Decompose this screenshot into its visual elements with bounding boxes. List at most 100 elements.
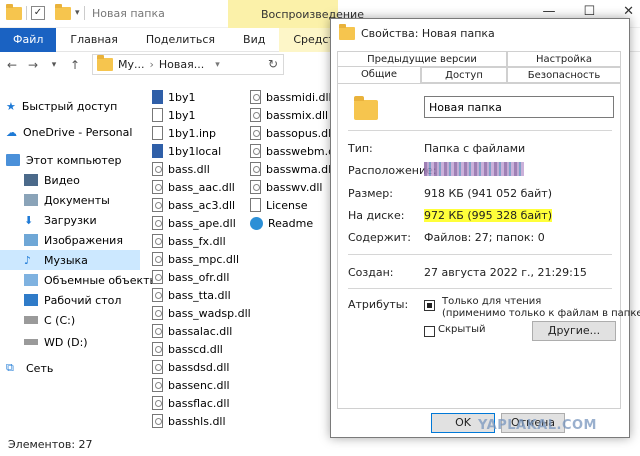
file-name: License — [266, 198, 308, 212]
application-icon — [152, 144, 163, 158]
list-item[interactable]: bass_fx.dll — [152, 232, 226, 250]
dll-icon — [152, 288, 163, 302]
list-item[interactable]: bass_aac.dll — [152, 178, 235, 196]
list-item[interactable]: 1by1 — [152, 88, 196, 106]
sidebar-item-label: Сеть — [26, 361, 54, 375]
sidebar-item-video[interactable]: Видео — [24, 170, 164, 190]
file-name: bassenc.dll — [168, 378, 230, 392]
properties-dialog: Свойства: Новая папка Предыдущие версии … — [330, 18, 640, 438]
file-name: bassflac.dll — [168, 396, 230, 410]
list-item[interactable]: bassenc.dll — [152, 376, 230, 394]
list-item[interactable]: basswv.dll — [250, 178, 322, 196]
tab-customize[interactable]: Настройка — [507, 51, 621, 67]
file-name: Readme — [268, 216, 314, 230]
folder-name-field[interactable] — [424, 96, 614, 118]
sidebar-item-drive-d[interactable]: WD (D:) — [24, 332, 164, 352]
list-item[interactable]: basswebm.dll — [250, 142, 341, 160]
list-item[interactable]: bassdsd.dll — [152, 358, 229, 376]
sidebar-item-this-pc[interactable]: Этот компьютер — [6, 150, 146, 170]
list-item[interactable]: basscd.dll — [152, 340, 223, 358]
tab-security[interactable]: Безопасность — [507, 67, 621, 83]
list-item[interactable]: bassflac.dll — [152, 394, 230, 412]
tab-home[interactable]: Главная — [56, 28, 132, 52]
type-label: Тип: — [348, 142, 373, 155]
address-dropdown-icon[interactable]: ▾ — [215, 60, 220, 70]
maximize-button[interactable]: ☐ — [583, 4, 595, 19]
address-current[interactable]: Новая... — [159, 58, 204, 71]
list-item[interactable]: 1by1.inp — [152, 124, 216, 142]
file-icon — [152, 126, 163, 140]
address-bar[interactable]: Му... › Новая... ▾ ↻ — [92, 54, 284, 75]
sidebar-item-desktop[interactable]: Рабочий стол — [24, 290, 164, 310]
list-item[interactable]: bass_ofr.dll — [152, 268, 229, 286]
recent-dropdown-icon[interactable]: ▾ — [45, 60, 63, 70]
tab-sharing[interactable]: Доступ — [421, 67, 507, 83]
refresh-icon[interactable]: ↻ — [268, 57, 278, 71]
desktop-folder-icon — [24, 294, 38, 306]
sidebar-item-onedrive[interactable]: ☁ OneDrive - Personal — [6, 122, 146, 142]
chevron-down-icon[interactable]: ▾ — [75, 8, 80, 18]
dll-icon — [152, 216, 163, 230]
sidebar-item-pictures[interactable]: Изображения — [24, 230, 164, 250]
forward-arrow-icon[interactable]: → — [24, 58, 42, 72]
list-item[interactable]: Readme — [250, 214, 313, 232]
sidebar-item-documents[interactable]: Документы — [24, 190, 164, 210]
sidebar-item-network[interactable]: ⧉ Сеть — [6, 358, 146, 378]
tab-file[interactable]: Файл — [0, 27, 57, 52]
list-item[interactable]: bassopus.dll — [250, 124, 334, 142]
list-item[interactable]: 1by1 — [152, 106, 196, 124]
file-name: bass.dll — [168, 162, 210, 176]
tab-share[interactable]: Поделиться — [132, 28, 229, 52]
sidebar-item-downloads[interactable]: ⬇ Загрузки — [24, 210, 164, 230]
list-item[interactable]: bass_ac3.dll — [152, 196, 235, 214]
sidebar-item-label: Объемные объекты — [44, 273, 159, 287]
sidebar-item-3d-objects[interactable]: Объемные объекты — [24, 270, 164, 290]
list-item[interactable]: basshls.dll — [152, 412, 226, 430]
sidebar-item-drive-c[interactable]: C (C:) — [24, 310, 164, 330]
dll-icon — [152, 234, 163, 248]
list-item[interactable]: 1by1local — [152, 142, 221, 160]
file-name: 1by1.inp — [168, 126, 216, 140]
breadcrumb-separator-icon: › — [149, 58, 154, 71]
dll-icon — [250, 126, 261, 140]
hidden-checkbox[interactable] — [424, 326, 435, 337]
close-button[interactable]: ✕ — [623, 4, 634, 19]
sidebar-item-quick-access[interactable]: ★ Быстрый доступ — [6, 96, 146, 116]
list-item[interactable]: License — [250, 196, 307, 214]
minimize-button[interactable]: — — [542, 4, 555, 19]
address-root[interactable]: Му... — [118, 58, 145, 71]
new-folder-icon[interactable] — [55, 3, 71, 20]
readonly-note: (применимо только к файлам в папке) — [442, 308, 640, 319]
file-name: bassalac.dll — [168, 324, 233, 338]
list-item[interactable]: bass_mpc.dll — [152, 250, 239, 268]
properties-check-icon[interactable]: ✓ — [31, 6, 45, 20]
list-item[interactable]: bass.dll — [152, 160, 210, 178]
readonly-checkbox[interactable] — [424, 300, 435, 311]
tab-view[interactable]: Вид — [229, 28, 279, 52]
back-arrow-icon[interactable]: ← — [3, 58, 21, 72]
list-item[interactable]: bass_ape.dll — [152, 214, 236, 232]
downloads-folder-icon: ⬇ — [24, 213, 34, 227]
attributes-label: Атрибуты: — [348, 298, 409, 311]
divider — [348, 254, 612, 255]
size-label: Размер: — [348, 187, 393, 200]
tab-previous-versions[interactable]: Предыдущие версии — [337, 51, 507, 67]
list-item[interactable]: basswma.dll — [250, 160, 334, 178]
list-item[interactable]: bassmix.dll — [250, 106, 328, 124]
advanced-button[interactable]: Другие... — [532, 321, 616, 341]
file-name: bass_wadsp.dll — [168, 306, 251, 320]
file-name: bass_ofr.dll — [168, 270, 230, 284]
up-arrow-icon[interactable]: ↑ — [66, 58, 84, 72]
list-item[interactable]: bass_wadsp.dll — [152, 304, 251, 322]
contains-value: Файлов: 27; папок: 0 — [424, 231, 545, 244]
hidden-label: Скрытый — [438, 324, 486, 335]
sidebar-item-music[interactable]: ♪ Музыка — [0, 250, 140, 270]
redacted-location — [424, 162, 524, 176]
folder-icon — [354, 96, 378, 120]
list-item[interactable]: bassmidi.dll — [250, 88, 332, 106]
tab-general[interactable]: Общие — [337, 66, 421, 83]
list-item[interactable]: bassalac.dll — [152, 322, 232, 340]
disk-size-value: 972 КБ (995 328 байт) — [424, 209, 552, 222]
watermark: YAPLAKAL.COM — [478, 418, 597, 433]
list-item[interactable]: bass_tta.dll — [152, 286, 231, 304]
